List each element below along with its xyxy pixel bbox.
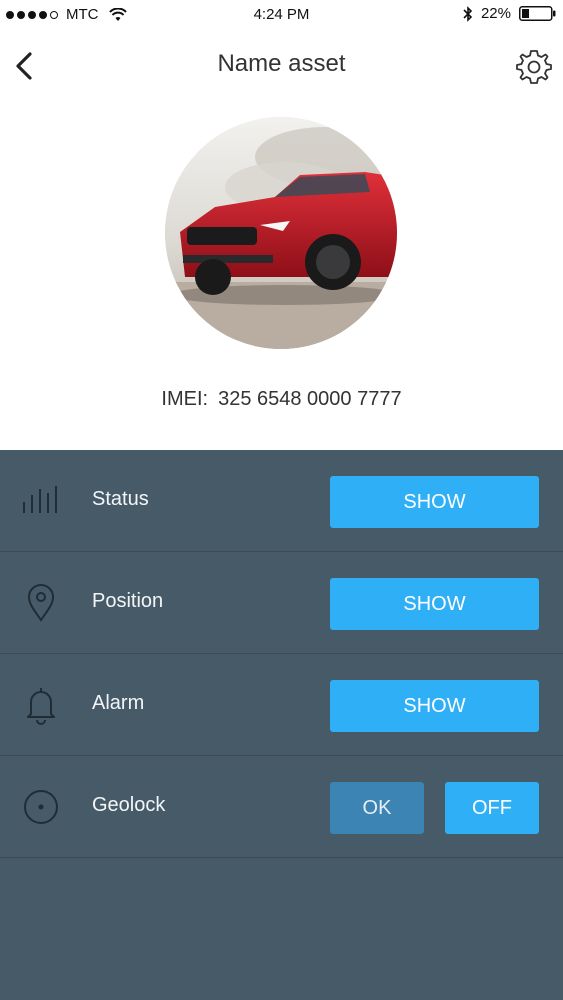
geolock-ok-button[interactable]: OK bbox=[330, 782, 424, 834]
imei-value: 325 6548 0000 7777 bbox=[218, 388, 402, 410]
gear-icon[interactable] bbox=[515, 48, 553, 86]
imei-text: IMEI: 325 6548 0000 7777 bbox=[0, 388, 563, 411]
alarm-show-button[interactable]: SHOW bbox=[330, 680, 539, 732]
alarm-label: Alarm bbox=[92, 692, 145, 714]
target-icon bbox=[24, 790, 58, 824]
status-row: Status SHOW bbox=[0, 450, 563, 552]
geolock-label: Geolock bbox=[92, 794, 166, 816]
position-row: Position SHOW bbox=[0, 552, 563, 654]
alarm-row: Alarm SHOW bbox=[0, 654, 563, 756]
battery-icon bbox=[519, 6, 556, 21]
location-pin-icon bbox=[27, 584, 55, 622]
position-label: Position bbox=[92, 590, 164, 612]
imei-label: IMEI: bbox=[161, 388, 209, 410]
position-show-button[interactable]: SHOW bbox=[330, 578, 539, 630]
status-show-button[interactable]: SHOW bbox=[330, 476, 539, 528]
geolock-off-button[interactable]: OFF bbox=[445, 782, 539, 834]
signal-bars-icon bbox=[23, 486, 57, 513]
bell-icon bbox=[27, 688, 55, 725]
battery-percent: 22% bbox=[480, 5, 511, 22]
car-image bbox=[165, 117, 397, 349]
nav-header: Name asset bbox=[0, 30, 563, 100]
page-title: Name asset bbox=[217, 50, 346, 77]
bluetooth-icon bbox=[463, 5, 473, 22]
asset-actions-panel: Status SHOW Position SHOW Alarm SHOW Geo… bbox=[0, 450, 563, 1000]
geolock-row: Geolock OK OFF bbox=[0, 756, 563, 858]
status-label: Status bbox=[92, 488, 149, 510]
status-bar: MTC 4:24 PM 22% bbox=[0, 0, 563, 30]
asset-photo[interactable] bbox=[165, 117, 397, 349]
